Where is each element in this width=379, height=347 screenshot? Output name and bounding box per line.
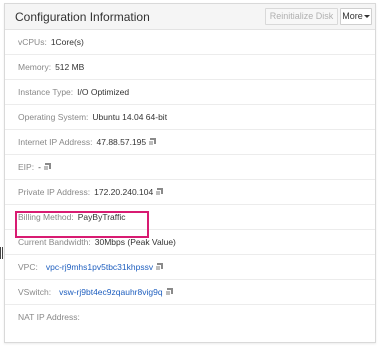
vpc-link[interactable]: vpc-rj9mhs1pv5tbc31khpssv — [46, 262, 153, 272]
more-button[interactable]: More — [340, 8, 372, 25]
internet-ip-value: 47.88.57.195 — [96, 137, 147, 147]
row-internet-ip: Internet IP Address: 47.88.57.195 — [5, 130, 375, 155]
copy-icon[interactable] — [164, 288, 173, 296]
eip-value: - — [38, 162, 41, 172]
panel-title: Configuration Information — [15, 10, 150, 24]
row-vswitch: VSwitch: vsw-rj9bt4ec9zqauhr8vig9q — [5, 280, 375, 305]
row-vpc: VPC: vpc-rj9mhs1pv5tbc31khpssv — [5, 255, 375, 280]
row-nat-ip: NAT IP Address: — [5, 305, 375, 330]
vpc-label: VPC: — [18, 262, 38, 272]
internet-ip-label: Internet IP Address: — [18, 137, 93, 147]
vcpus-value: 1Core(s) — [50, 37, 84, 47]
eip-label: EIP: — [18, 162, 35, 172]
row-private-ip: Private IP Address: 172.20.240.104 — [5, 180, 375, 205]
panel-header: Configuration Information Reinitialize D… — [5, 4, 375, 30]
configuration-panel: Configuration Information Reinitialize D… — [4, 3, 376, 343]
memory-value: 512 MB — [55, 62, 85, 72]
row-eip: EIP: - — [5, 155, 375, 180]
resize-grip[interactable] — [0, 247, 3, 259]
memory-label: Memory: — [18, 62, 52, 72]
copy-icon[interactable] — [148, 138, 157, 146]
private-ip-value: 172.20.240.104 — [94, 187, 154, 197]
caret-down-icon — [363, 15, 370, 18]
copy-icon[interactable] — [42, 163, 51, 171]
instance-type-label: Instance Type: — [18, 87, 74, 97]
row-vcpus: vCPUs: 1Core(s) — [5, 30, 375, 55]
reinitialize-disk-button[interactable]: Reinitialize Disk — [265, 8, 338, 25]
os-value: Ubuntu 14.04 64-bit — [92, 112, 168, 122]
copy-icon[interactable] — [155, 263, 164, 271]
nat-ip-label: NAT IP Address: — [18, 312, 80, 322]
row-instance-type: Instance Type: I/O Optimized — [5, 80, 375, 105]
more-label: More — [342, 11, 363, 21]
private-ip-label: Private IP Address: — [18, 187, 91, 197]
vswitch-link[interactable]: vsw-rj9bt4ec9zqauhr8vig9q — [59, 287, 162, 297]
bandwidth-value: 30Mbps (Peak Value) — [94, 237, 176, 247]
copy-icon[interactable] — [155, 188, 164, 196]
billing-highlight-box — [15, 211, 149, 238]
vswitch-label: VSwitch: — [18, 287, 52, 297]
row-memory: Memory: 512 MB — [5, 55, 375, 80]
instance-type-value: I/O Optimized — [77, 87, 130, 97]
os-label: Operating System: — [18, 112, 89, 122]
bandwidth-label: Current Bandwidth: — [18, 237, 91, 247]
row-operating-system: Operating System: Ubuntu 14.04 64-bit — [5, 105, 375, 130]
vcpus-label: vCPUs: — [18, 37, 47, 47]
